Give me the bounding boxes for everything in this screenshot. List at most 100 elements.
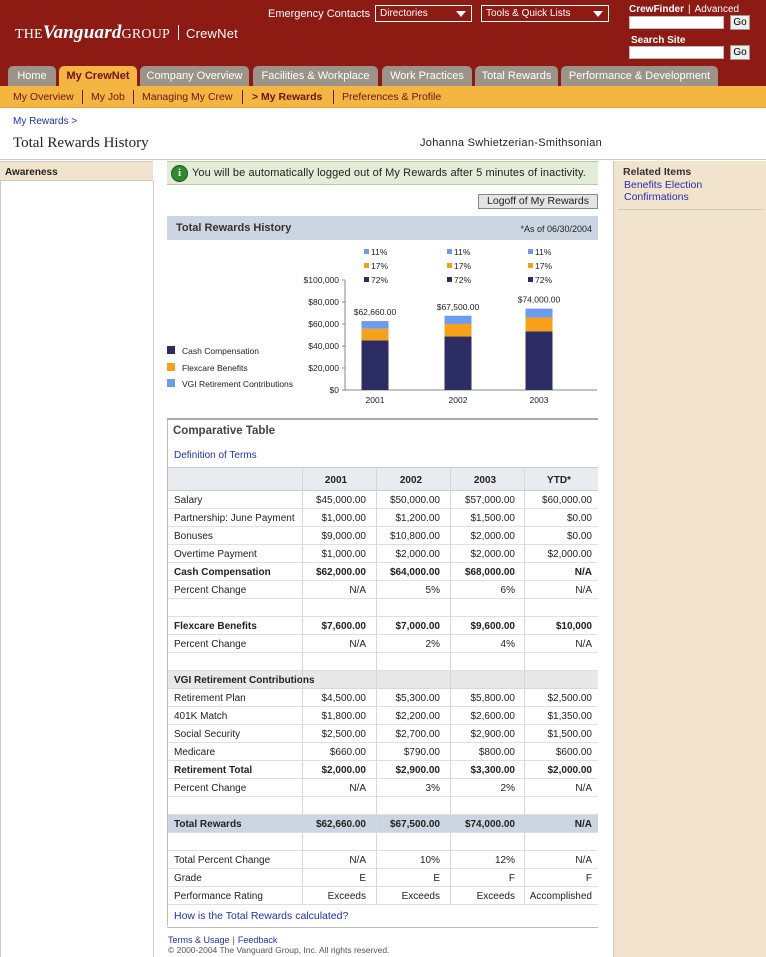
bar-segment	[525, 317, 553, 332]
title-divider	[0, 159, 766, 160]
table-cell: N/A	[575, 585, 592, 596]
emergency-contacts-link[interactable]: Emergency Contacts	[268, 8, 370, 20]
bar-segment	[525, 308, 553, 318]
table-cell: N/A	[574, 567, 592, 578]
table-row: Grade E E F F	[168, 869, 598, 887]
subnav-divider	[242, 90, 243, 104]
row-label: Retirement Total	[174, 765, 253, 776]
logoff-button[interactable]: Logoff of My Rewards	[478, 194, 598, 209]
table-spacer-row	[168, 653, 598, 671]
table-row: Bonuses $9,000.00 $10,800.00 $2,000.00 $0.00	[168, 527, 598, 545]
column-header: YTD*	[547, 475, 571, 486]
x-tick-label: 2002	[449, 395, 468, 405]
breadcrumb[interactable]: My Rewards >	[13, 116, 77, 127]
crewfinder-label: CrewFinder	[629, 4, 685, 15]
sub-navigation: My Overview My Job Managing My Crew > My…	[0, 86, 766, 108]
vanguard-logo[interactable]: THEVanguardGROUP CrewNet	[15, 22, 238, 44]
crewfinder-go-button[interactable]: Go	[730, 15, 750, 30]
legend-label: Cash Compensation	[182, 346, 259, 356]
row-label: Medicare	[174, 747, 216, 758]
search-site-label: Search Site	[631, 35, 686, 46]
table-cell: $10,000	[555, 621, 592, 632]
y-tick-label: $100,000	[304, 275, 340, 285]
column-separator	[302, 467, 303, 905]
tab-my-crewnet[interactable]: My CrewNet	[59, 66, 137, 86]
legend-swatch	[167, 379, 175, 387]
calculation-help-link[interactable]: How is the Total Rewards calculated?	[174, 910, 348, 922]
y-tick-label: $40,000	[308, 341, 339, 351]
inactivity-notice: i You will be automatically logged out o…	[167, 161, 598, 185]
pct-label: 11%	[371, 247, 388, 257]
tab-work-practices[interactable]: Work Practices	[382, 66, 472, 86]
crewfinder-input[interactable]	[629, 16, 724, 29]
row-label: Percent Change	[174, 585, 247, 596]
pct-swatch	[447, 249, 452, 254]
logo-suffix: GROUP	[121, 27, 170, 42]
notice-text: You will be automatically logged out of …	[192, 167, 586, 179]
subnav-my-overview[interactable]: My Overview	[13, 91, 74, 103]
user-name: Johanna Swhietzerian-Smithsonian	[420, 137, 603, 149]
search-site-input[interactable]	[629, 46, 724, 59]
tab-performance-development[interactable]: Performance & Development	[561, 66, 718, 86]
pct-label: 11%	[535, 247, 552, 257]
bar-total-label: $67,500.00	[437, 302, 480, 312]
pct-swatch	[528, 249, 533, 254]
rewards-chart: $0 $20,000 $40,000 $60,000 $80,000 $100,000 $6…	[167, 247, 597, 405]
row-label: 401K Match	[174, 711, 228, 722]
tools-label: Tools & Quick Lists	[486, 8, 571, 19]
definition-of-terms-link[interactable]: Definition of Terms	[174, 450, 257, 461]
pct-label: 17%	[454, 261, 471, 271]
table-cell: $1,500.00	[547, 729, 593, 740]
tab-total-rewards[interactable]: Total Rewards	[475, 66, 558, 86]
subnav-divider	[82, 90, 83, 104]
table-cell: $2,500.00	[547, 693, 593, 704]
table-cell: $60,000.00	[541, 495, 592, 506]
history-title: Total Rewards History	[176, 222, 292, 234]
table-row: 401K Match $1,800.00 $2,200.00 $2,600.00 $1,…	[168, 707, 598, 725]
table-row: Percent Change N/A 3% 2% N/A	[168, 779, 598, 797]
row-label: Cash Compensation	[174, 567, 271, 578]
pct-swatch	[364, 249, 369, 254]
advanced-search-link[interactable]: Advanced	[695, 4, 739, 15]
left-nav-header[interactable]: Awareness	[0, 161, 153, 181]
legend-swatch	[167, 346, 175, 354]
logo-main: Vanguard	[42, 22, 122, 43]
column-header: 2001	[324, 475, 348, 486]
pct-swatch	[364, 277, 369, 282]
table-row: Total Rewards $62,660.00 $67,500.00 $74,000…	[168, 815, 598, 833]
y-tick-label: $0	[330, 385, 340, 395]
subnav-managing-my-crew[interactable]: Managing My Crew	[142, 91, 232, 103]
tools-dropdown[interactable]: Tools & Quick Lists	[481, 5, 609, 22]
table-bottom-rule	[167, 927, 598, 928]
bar-total-label: $62,660.00	[354, 307, 397, 317]
tab-company-overview[interactable]: Company Overview	[140, 66, 249, 86]
confirmations-link[interactable]: Confirmations	[624, 191, 689, 203]
bar-segment	[525, 331, 553, 390]
tab-home[interactable]: Home	[8, 66, 56, 86]
subnav-divider	[333, 90, 334, 104]
bar-segment	[361, 328, 389, 341]
row-label: Social Security	[174, 729, 241, 740]
benefits-election-link[interactable]: Benefits Election	[624, 179, 702, 191]
table-cell: $2,000.00	[547, 765, 593, 776]
terms-link[interactable]: Terms & Usage	[168, 935, 230, 945]
subnav-my-job[interactable]: My Job	[91, 91, 125, 103]
page-title: Total Rewards History	[13, 135, 149, 151]
search-site-go-button[interactable]: Go	[730, 45, 750, 60]
subnav-preferences-profile[interactable]: Preferences & Profile	[342, 91, 441, 103]
related-divider	[618, 209, 764, 210]
table-row: Social Security $2,500.00 $2,700.00 $2,900.…	[168, 725, 598, 743]
row-label: Total Rewards	[174, 819, 242, 830]
row-label: VGI Retirement Contributions	[174, 675, 315, 686]
table-header-row: 2001 2002 2003 YTD*	[168, 467, 598, 491]
feedback-link[interactable]: Feedback	[238, 935, 278, 945]
subnav-my-rewards[interactable]: > My Rewards	[252, 91, 322, 103]
pct-swatch	[447, 277, 452, 282]
row-label: Percent Change	[174, 783, 247, 794]
row-label: Salary	[174, 495, 203, 506]
tab-facilities-workplace[interactable]: Facilities & Workplace	[253, 66, 378, 86]
table-row: Overtime Payment $1,000.00 $2,000.00 $2,000…	[168, 545, 598, 563]
table-cell: Accomplished	[529, 891, 592, 902]
table-cell: F	[585, 873, 592, 884]
directories-dropdown[interactable]: Directories	[375, 5, 472, 22]
